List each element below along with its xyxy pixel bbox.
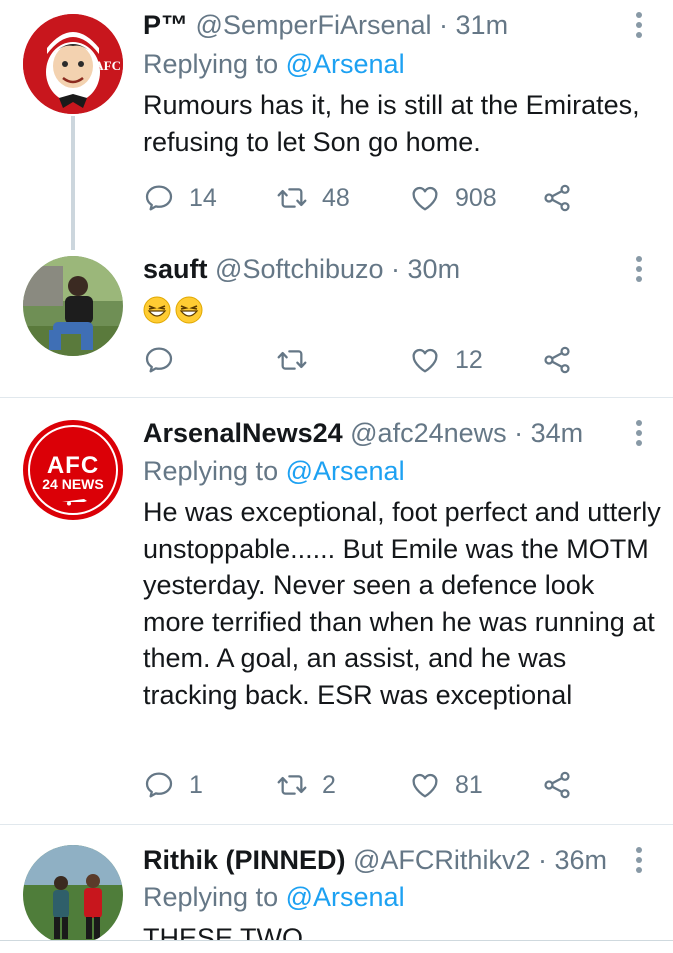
replying-to: Replying to @Arsenal <box>143 49 405 80</box>
tweet-header: Rithik (PINNED) @AFCRithikv2 · 36m <box>143 845 615 876</box>
timestamp[interactable]: · 31m <box>439 10 508 40</box>
share-icon <box>541 182 573 214</box>
timestamp[interactable]: · 36m <box>538 845 607 875</box>
tweet-semperfiarsenal[interactable]: AFC P™ @SemperFiArsenal · 31m Replying t… <box>0 0 673 250</box>
reply-count: 1 <box>189 770 203 799</box>
display-name[interactable]: ArsenalNews24 <box>143 418 343 448</box>
timestamp[interactable]: · 30m <box>391 254 460 284</box>
tweet-header: P™ @SemperFiArsenal · 31m <box>143 10 615 41</box>
reply-icon <box>143 769 175 801</box>
tweet-afcrithikv2[interactable]: Rithik (PINNED) @AFCRithikv2 · 36m Reply… <box>0 825 673 940</box>
user-handle[interactable]: @Softchibuzo <box>215 254 384 284</box>
tweet-actions: 14 48 908 <box>143 178 583 218</box>
share-icon <box>541 769 573 801</box>
thread-connector <box>71 116 75 250</box>
like-button[interactable]: 908 <box>409 178 497 218</box>
tweet-header: ArsenalNews24 @afc24news · 34m <box>143 418 615 449</box>
avatar-line2: 24 NEWS <box>42 476 104 492</box>
tweet-text-content: THESE TWO <box>143 923 304 940</box>
avatar-badge-label: AFC <box>94 58 121 73</box>
replying-to-prefix: Replying to <box>143 456 279 486</box>
avatar-photo <box>23 256 123 356</box>
avatar[interactable] <box>23 256 123 356</box>
like-button[interactable]: 12 <box>409 340 483 380</box>
share-button[interactable] <box>541 178 573 218</box>
bottom-divider <box>0 940 673 941</box>
more-icon[interactable] <box>635 847 643 877</box>
timestamp[interactable]: · 34m <box>514 418 583 448</box>
avatar[interactable]: AFC <box>23 14 123 114</box>
user-handle[interactable]: @SemperFiArsenal <box>196 10 432 40</box>
replying-to: Replying to @Arsenal <box>143 882 405 913</box>
tweet-text: Rumours has it, he is still at the Emira… <box>143 90 640 157</box>
like-count: 81 <box>455 770 483 799</box>
retweet-button[interactable] <box>276 340 322 380</box>
tweet-header: sauft @Softchibuzo · 30m <box>143 254 615 285</box>
share-button[interactable] <box>541 765 573 805</box>
like-count: 12 <box>455 345 483 374</box>
avatar-photo <box>23 845 123 940</box>
reply-icon <box>143 182 175 214</box>
retweet-icon <box>276 182 308 214</box>
more-icon[interactable] <box>635 12 643 42</box>
display-name[interactable]: P™ <box>143 10 188 40</box>
user-handle[interactable]: @afc24news <box>350 418 507 448</box>
more-icon[interactable] <box>635 420 643 450</box>
replying-to-mention[interactable]: @Arsenal <box>286 882 405 912</box>
avatar[interactable] <box>23 845 123 940</box>
like-button[interactable]: 81 <box>409 765 483 805</box>
retweet-button[interactable]: 2 <box>276 765 336 805</box>
replying-to-prefix: Replying to <box>143 49 279 79</box>
tweet-afc24news[interactable]: AFC 24 NEWS ArsenalNews24 @afc24news · 3… <box>0 398 673 823</box>
laughing-emoji-icon <box>143 296 171 324</box>
retweet-count: 2 <box>322 770 336 799</box>
tweet-actions: 1 2 81 <box>143 765 583 805</box>
retweet-button[interactable]: 48 <box>276 178 350 218</box>
replying-to: Replying to @Arsenal <box>143 456 405 487</box>
like-icon <box>409 182 441 214</box>
replying-to-prefix: Replying to <box>143 882 279 912</box>
more-icon[interactable] <box>635 256 643 286</box>
display-name[interactable]: sauft <box>143 254 208 284</box>
tweet-text <box>143 290 663 326</box>
reply-button[interactable]: 14 <box>143 178 217 218</box>
retweet-icon <box>276 344 308 376</box>
avatar[interactable]: AFC 24 NEWS <box>23 420 123 520</box>
like-count: 908 <box>455 183 497 212</box>
tweet-text: He was exceptional, foot perfect and utt… <box>143 497 661 710</box>
reply-button[interactable]: 1 <box>143 765 203 805</box>
user-handle[interactable]: @AFCRithikv2 <box>353 845 530 875</box>
tweet-text: THESE TWO <box>143 920 663 940</box>
reply-button[interactable] <box>143 340 189 380</box>
reply-count: 14 <box>189 183 217 212</box>
display-name[interactable]: Rithik (PINNED) <box>143 845 346 875</box>
like-icon <box>409 769 441 801</box>
retweet-count: 48 <box>322 183 350 212</box>
replying-to-mention[interactable]: @Arsenal <box>286 456 405 486</box>
share-icon <box>541 344 573 376</box>
tweet-softchibuzo[interactable]: sauft @Softchibuzo · 30m 12 <box>0 240 673 396</box>
cannon-icon <box>62 499 87 506</box>
like-icon <box>409 344 441 376</box>
share-button[interactable] <box>541 340 573 380</box>
reply-icon <box>143 344 175 376</box>
laughing-emoji-icon <box>175 296 203 324</box>
retweet-icon <box>276 769 308 801</box>
tweet-actions: 12 <box>143 340 583 380</box>
replying-to-mention[interactable]: @Arsenal <box>286 49 405 79</box>
